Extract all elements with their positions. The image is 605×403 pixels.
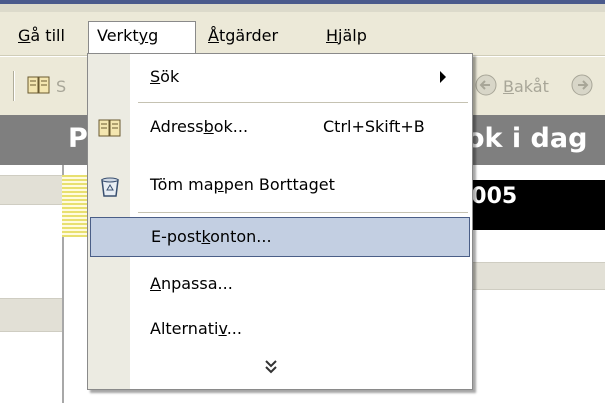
menu-accelerator: G <box>18 26 31 45</box>
menu-bar: Gå till Verktyg Åtgärder Hjälp <box>0 12 605 57</box>
verktyg-dropdown-menu: Sök Adressbok... Ctrl+Skift+B Töm mappen… <box>87 53 473 390</box>
menu-accelerator: H <box>326 26 339 45</box>
menu-item-adressbok[interactable]: Adressbok... Ctrl+Skift+B <box>90 108 470 148</box>
menu-item-e-postkonton[interactable]: E-postkonton... <box>90 217 470 257</box>
address-book-icon[interactable] <box>25 71 53 99</box>
menu-accelerator: Å <box>208 26 219 45</box>
left-pane-bar <box>0 175 62 205</box>
window-top-strip <box>0 0 605 12</box>
menu-verktyg[interactable]: Verktyg <box>88 21 196 57</box>
menu-item-alternativ[interactable]: Alternativ... <box>90 310 470 350</box>
menu-separator <box>138 102 468 103</box>
menu-item-label: Anpassa... <box>150 274 233 293</box>
menu-hjalp[interactable]: Hjälp <box>318 22 375 50</box>
header-title-end: ok i dag <box>466 123 588 154</box>
double-chevron-down-icon[interactable] <box>258 354 284 380</box>
left-pane-bar-2 <box>0 298 62 332</box>
header-title-start: P <box>68 123 88 154</box>
back-label-post: akåt <box>513 77 549 96</box>
menu-label-post: å till <box>30 26 65 45</box>
back-arrow-icon[interactable] <box>472 71 500 99</box>
content-bar <box>470 262 605 290</box>
menu-atgarder[interactable]: Åtgärder <box>200 22 286 50</box>
menu-item-label: Adressbok... <box>150 117 249 136</box>
trash-icon <box>101 177 119 197</box>
toolbar-truncated-label: S <box>56 77 67 96</box>
menu-item-label: Sök <box>150 67 180 86</box>
menu-item-label: Alternativ... <box>150 319 242 338</box>
menu-item-label: Töm mappen Borttaget <box>150 175 335 194</box>
menu-item-shortcut: Ctrl+Skift+B <box>323 117 425 136</box>
menu-label-post: g <box>148 26 159 45</box>
address-book-icon <box>98 119 121 137</box>
menu-item-anpassa[interactable]: Anpassa... <box>90 265 470 305</box>
menu-label-post: tgärder <box>218 26 279 45</box>
splitter-handle[interactable] <box>62 175 87 237</box>
forward-arrow-icon[interactable] <box>568 71 596 99</box>
toolbar-separator <box>13 71 15 101</box>
back-accelerator: B <box>503 77 514 96</box>
menu-item-sok[interactable]: Sök <box>90 58 470 98</box>
menu-label-post: jälp <box>338 26 367 45</box>
menu-label-pre: Verkt <box>97 26 139 45</box>
title-bar-edge <box>0 0 605 4</box>
menu-ga-till[interactable]: Gå till <box>10 22 73 50</box>
submenu-arrow-icon <box>440 71 446 83</box>
menu-item-tom-mappen[interactable]: Töm mappen Borttaget <box>90 166 470 206</box>
back-button-label[interactable]: Bakåt <box>503 77 549 96</box>
menu-separator <box>138 212 468 213</box>
menu-item-label: E-postkonton... <box>151 227 272 246</box>
menu-accelerator: y <box>138 26 149 45</box>
